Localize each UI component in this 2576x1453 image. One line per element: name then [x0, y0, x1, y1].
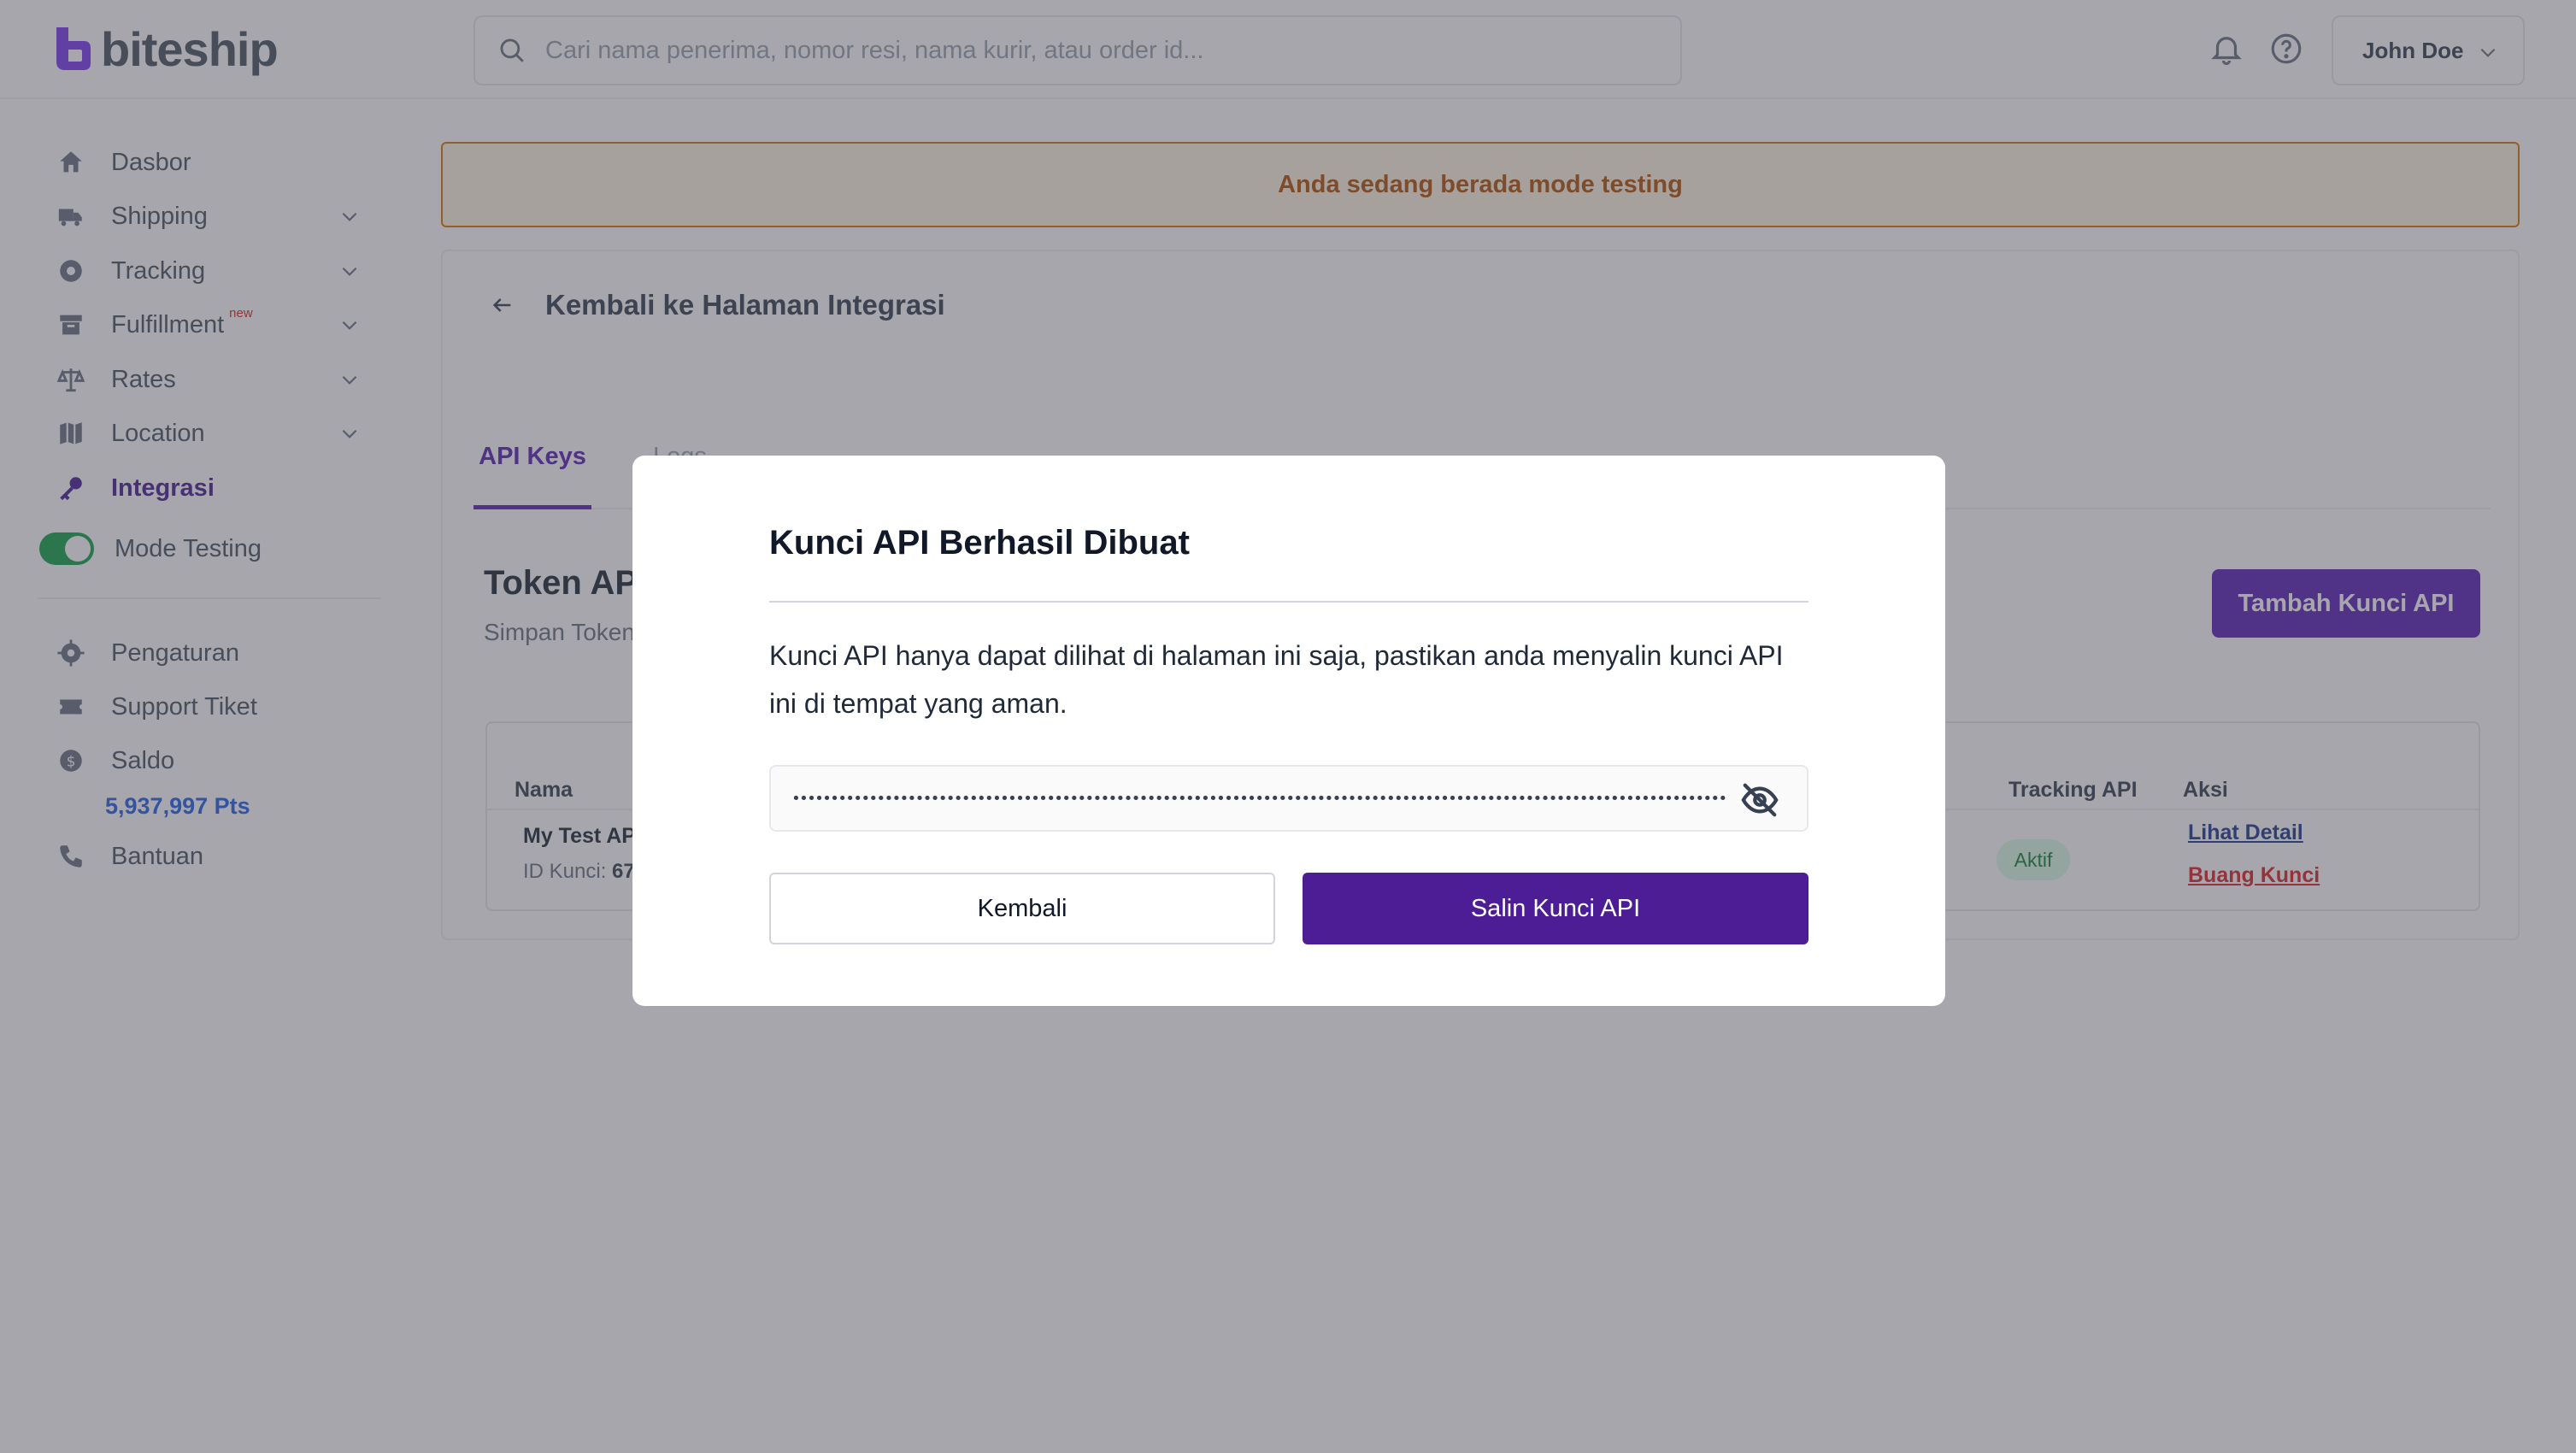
modal-description: Kunci API hanya dapat dilihat di halaman… [769, 640, 1784, 719]
api-key-input[interactable] [791, 779, 1726, 818]
back-button[interactable]: Kembali [769, 873, 1275, 944]
eye-off-icon[interactable] [1740, 780, 1779, 820]
api-key-field [769, 765, 1808, 832]
modal-divider [769, 601, 1808, 603]
api-key-created-modal: Kunci API Berhasil Dibuat Kunci API hany… [632, 456, 1945, 1006]
copy-api-key-button[interactable]: Salin Kunci API [1303, 873, 1808, 944]
modal-title: Kunci API Berhasil Dibuat [769, 524, 1190, 562]
